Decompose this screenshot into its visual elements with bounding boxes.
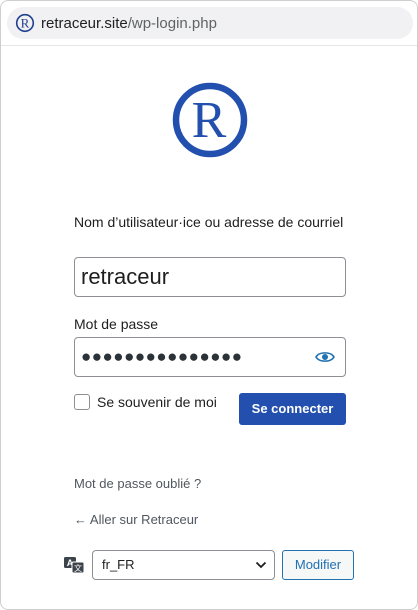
back-to-site-link[interactable]: ← Aller sur Retraceur bbox=[74, 512, 198, 527]
password-label: Mot de passe bbox=[74, 316, 159, 332]
change-language-button[interactable]: Modifier bbox=[282, 550, 354, 580]
url-host: retraceur.site bbox=[41, 14, 128, 32]
login-button[interactable]: Se connecter bbox=[239, 393, 346, 425]
password-mask: ●●●●●●●●●●●●●●● bbox=[81, 347, 243, 366]
eye-icon[interactable] bbox=[315, 349, 335, 365]
username-input[interactable]: retraceur bbox=[74, 257, 346, 297]
svg-text:R: R bbox=[21, 16, 30, 31]
username-label: Nom d’utilisateur·ice ou adresse de cour… bbox=[74, 214, 344, 230]
url-path: /wp-login.php bbox=[127, 14, 217, 32]
browser-window: R retraceur.site/wp-login.php R Nom d’ut… bbox=[0, 0, 418, 610]
logo-letter: R bbox=[192, 92, 227, 149]
language-select[interactable]: fr_FR bbox=[92, 550, 275, 580]
lost-password-link[interactable]: Mot de passe oublié ? bbox=[74, 476, 201, 491]
remember-me[interactable]: Se souvenir de moi bbox=[74, 394, 217, 410]
password-input[interactable]: ●●●●●●●●●●●●●●● bbox=[74, 337, 346, 377]
svg-text:文: 文 bbox=[74, 563, 82, 573]
language-selected-value: fr_FR bbox=[102, 557, 135, 572]
remember-checkbox[interactable] bbox=[74, 394, 90, 410]
address-bar[interactable]: R retraceur.site/wp-login.php bbox=[7, 7, 413, 39]
toolbar-divider bbox=[1, 45, 417, 46]
retraceur-r-logo-icon[interactable]: R bbox=[171, 81, 249, 159]
url-text: retraceur.site/wp-login.php bbox=[41, 15, 217, 32]
chevron-down-icon bbox=[255, 561, 267, 569]
translate-icon: A 文 bbox=[64, 557, 85, 574]
retraceur-r-logo-icon: R bbox=[15, 13, 35, 33]
remember-label: Se souvenir de moi bbox=[97, 394, 217, 410]
